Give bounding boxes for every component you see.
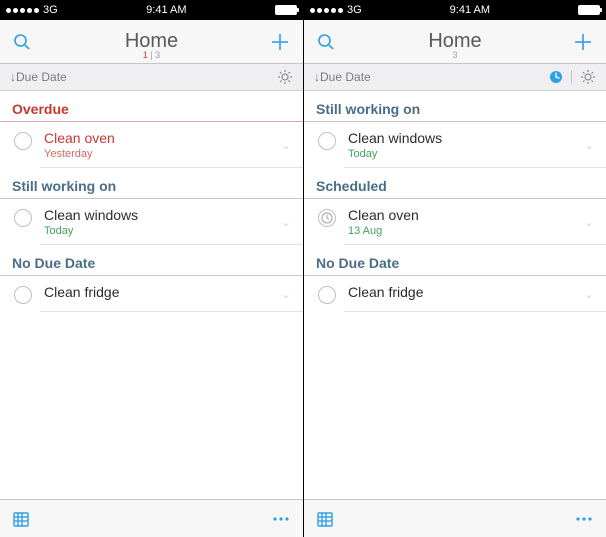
carrier-label: 3G <box>43 4 58 16</box>
plus-icon <box>269 31 291 53</box>
ellipsis-icon <box>271 515 291 523</box>
status-time: 9:41 AM <box>146 4 186 16</box>
search-button[interactable] <box>316 32 336 52</box>
calendar-icon <box>316 510 334 528</box>
chevron-down-icon: ⌄ <box>584 287 594 301</box>
section-working: Still working on <box>0 168 303 199</box>
more-button[interactable] <box>574 515 594 523</box>
task-checkbox[interactable] <box>14 286 32 304</box>
section-working: Still working on <box>304 91 606 122</box>
chevron-down-icon: ⌄ <box>281 215 291 229</box>
nav-bar: Home 3 <box>304 20 606 64</box>
add-button[interactable] <box>269 31 291 53</box>
signal-dots-icon <box>6 8 39 13</box>
nav-bar: Home 1 | 3 <box>0 20 303 64</box>
sun-icon <box>277 69 293 85</box>
status-time: 9:41 AM <box>450 4 490 16</box>
task-title: Clean oven <box>348 207 584 223</box>
task-scheduled-indicator[interactable] <box>318 209 336 227</box>
toolbar <box>304 499 606 537</box>
signal-dots-icon <box>310 8 343 13</box>
page-subtitle: 3 <box>304 50 606 60</box>
page-title: Home <box>0 30 303 53</box>
carrier-label: 3G <box>347 4 362 16</box>
section-overdue: Overdue <box>0 91 303 122</box>
task-subtitle: Today <box>44 225 281 237</box>
add-button[interactable] <box>572 31 594 53</box>
phone-right: 3G 9:41 AM Home 3 ↓Due Date <box>303 0 606 537</box>
task-title: Clean fridge <box>348 284 584 300</box>
sun-icon <box>580 69 596 85</box>
task-checkbox[interactable] <box>14 132 32 150</box>
section-nodate: No Due Date <box>304 245 606 276</box>
page-title: Home <box>304 30 606 53</box>
today-filter-button[interactable] <box>277 69 293 85</box>
task-row[interactable]: Clean oven 13 Aug ⌄ <box>304 199 606 245</box>
task-subtitle: Today <box>348 148 584 160</box>
task-title: Clean oven <box>44 130 281 146</box>
scheduled-filter-button[interactable] <box>549 70 563 84</box>
page-subtitle: 1 | 3 <box>0 50 303 60</box>
toolbar <box>0 499 303 537</box>
task-checkbox[interactable] <box>318 286 336 304</box>
filter-bar: ↓Due Date <box>0 64 303 91</box>
task-subtitle: 13 Aug <box>348 225 584 237</box>
ellipsis-icon <box>574 515 594 523</box>
divider <box>571 70 572 84</box>
task-row[interactable]: Clean oven Yesterday ⌄ <box>0 122 303 168</box>
section-nodate: No Due Date <box>0 245 303 276</box>
task-row[interactable]: Clean fridge ⌄ <box>0 276 303 312</box>
section-scheduled: Scheduled <box>304 168 606 199</box>
sort-button[interactable]: ↓Due Date <box>10 70 67 84</box>
task-list[interactable]: Overdue Clean oven Yesterday ⌄ Still wor… <box>0 91 303 499</box>
task-row[interactable]: Clean windows Today ⌄ <box>0 199 303 245</box>
task-title: Clean windows <box>44 207 281 223</box>
calendar-icon <box>12 510 30 528</box>
chevron-down-icon: ⌄ <box>281 138 291 152</box>
search-icon <box>12 32 32 52</box>
battery-icon <box>578 5 600 15</box>
phone-left: 3G 9:41 AM Home 1 | 3 ↓Due Date Overdue <box>0 0 303 537</box>
status-bar: 3G 9:41 AM <box>304 0 606 20</box>
more-button[interactable] <box>271 515 291 523</box>
task-checkbox[interactable] <box>318 132 336 150</box>
status-bar: 3G 9:41 AM <box>0 0 303 20</box>
task-title: Clean windows <box>348 130 584 146</box>
task-subtitle: Yesterday <box>44 148 281 160</box>
task-list[interactable]: Still working on Clean windows Today ⌄ S… <box>304 91 606 499</box>
chevron-down-icon: ⌄ <box>281 287 291 301</box>
battery-icon <box>275 5 297 15</box>
task-title: Clean fridge <box>44 284 281 300</box>
filter-bar: ↓Due Date <box>304 64 606 91</box>
chevron-down-icon: ⌄ <box>584 138 594 152</box>
clock-icon <box>321 212 333 224</box>
sort-button[interactable]: ↓Due Date <box>314 70 371 84</box>
today-filter-button[interactable] <box>580 69 596 85</box>
task-checkbox[interactable] <box>14 209 32 227</box>
chevron-down-icon: ⌄ <box>584 215 594 229</box>
task-row[interactable]: Clean windows Today ⌄ <box>304 122 606 168</box>
plus-icon <box>572 31 594 53</box>
search-icon <box>316 32 336 52</box>
task-row[interactable]: Clean fridge ⌄ <box>304 276 606 312</box>
clock-icon <box>549 70 563 84</box>
calendar-button[interactable] <box>316 510 334 528</box>
calendar-button[interactable] <box>12 510 30 528</box>
search-button[interactable] <box>12 32 32 52</box>
